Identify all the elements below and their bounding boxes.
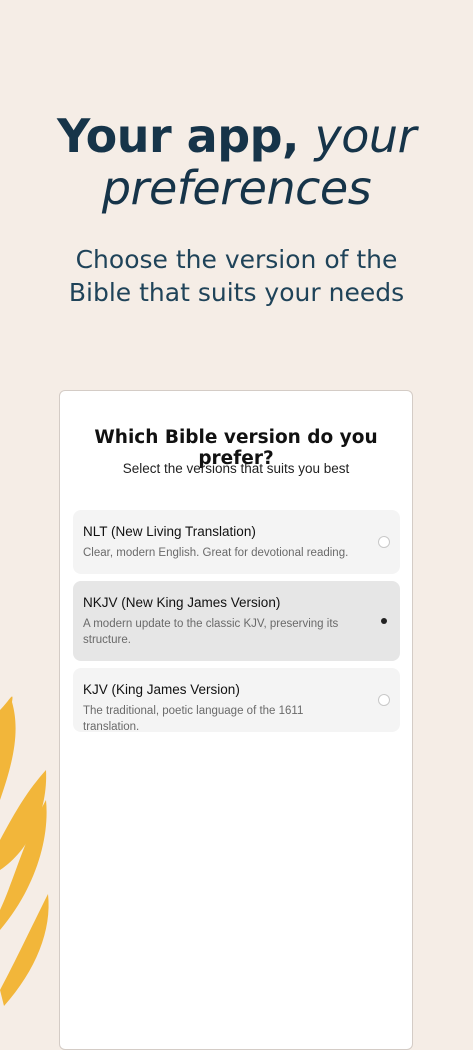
page-title: Your app, your preferences [0,110,473,214]
wheat-decoration-icon [0,696,49,1006]
option-name: NLT (New Living Translation) [83,524,256,539]
card-subtitle: Select the versions that suits you best [122,461,350,476]
option-name: KJV (King James Version) [83,682,240,697]
title-plain: Your app, [57,109,315,163]
page-subtitle: Choose the version of the Bible that sui… [0,243,473,309]
option-description: The traditional, poetic language of the … [83,705,304,733]
option-kjv[interactable]: KJV (King James Version) The traditional… [73,668,400,733]
option-description: A modern update to the classic KJV, pres… [83,618,339,646]
title-italic-your: your [314,109,417,163]
option-description: Clear, modern English. Great for devotio… [83,547,349,559]
title-italic-preferences: preferences [101,161,372,215]
radio-button-selected[interactable] [378,615,390,627]
hero-heading: Your app, your preferences [0,110,473,214]
radio-button[interactable] [378,536,390,548]
radio-button[interactable] [378,694,390,706]
option-name: NKJV (New King James Version) [83,595,281,610]
bible-version-card: Which Bible version do you prefer? Selec… [59,390,413,1050]
option-nkjv[interactable]: NKJV (New King James Version) A modern u… [73,581,400,661]
page-subtitle-text: Choose the version of the Bible that sui… [68,245,405,307]
option-nlt[interactable]: NLT (New Living Translation) Clear, mode… [73,510,400,574]
